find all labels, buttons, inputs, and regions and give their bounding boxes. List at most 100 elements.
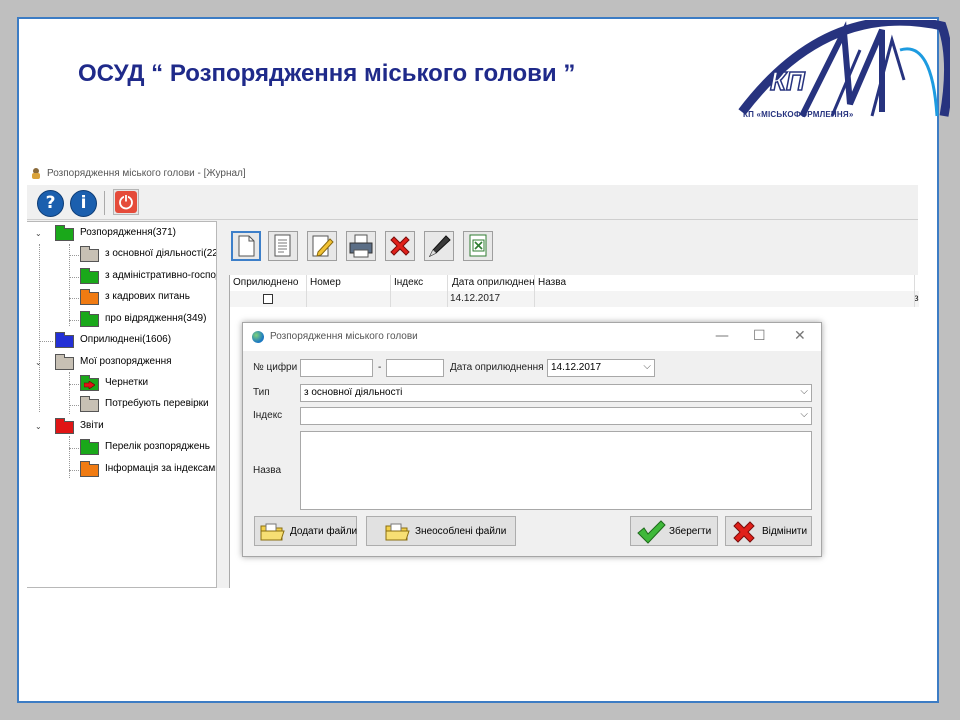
logo-letters: КП bbox=[770, 66, 806, 96]
tree-node-label: Оприлюднені(1606) bbox=[80, 334, 172, 345]
folder-open-icon bbox=[385, 523, 410, 541]
help-button[interactable]: ? bbox=[37, 190, 64, 217]
name-label: Назва bbox=[253, 465, 282, 476]
tree-node-label: Звіти bbox=[80, 420, 104, 431]
collapse-icon[interactable]: ⌄ bbox=[35, 230, 43, 238]
collapse-icon[interactable]: ⌄ bbox=[35, 423, 43, 431]
tree-node-label: Мої розпорядження bbox=[80, 356, 172, 367]
tree-node-reports[interactable]: ⌄ Звіти bbox=[27, 418, 216, 436]
folder-open-icon bbox=[260, 523, 285, 541]
tree-node-label: з адміністративно-господ bbox=[105, 270, 217, 281]
tree-node-business-trips[interactable]: про відрядження(349) bbox=[27, 311, 216, 329]
chevron-down-icon[interactable]: ⌵ bbox=[800, 386, 808, 397]
navigation-tree[interactable]: ⌄ Розпорядження(371) з основної діяльнос… bbox=[27, 221, 217, 588]
checkmark-icon bbox=[637, 520, 666, 544]
tree-node-label: про відрядження(349) bbox=[105, 313, 207, 324]
globe-icon bbox=[252, 331, 264, 343]
tree-node-orders-list[interactable]: Перелік розпоряджень bbox=[27, 439, 216, 457]
close-button[interactable]: ✕ bbox=[794, 328, 806, 344]
minimize-button[interactable]: — bbox=[715, 328, 729, 344]
date-value: 14.12.2017 bbox=[551, 362, 602, 373]
tree-node-personnel[interactable]: з кадрових питань bbox=[27, 289, 216, 307]
chevron-down-icon[interactable]: ⌵ bbox=[643, 361, 651, 372]
main-toolbar: ? i bbox=[27, 185, 918, 220]
date-label: Дата оприлюднення bbox=[450, 362, 544, 373]
tree-node-orders[interactable]: ⌄ Розпорядження(371) bbox=[27, 225, 216, 243]
edit-document-button[interactable] bbox=[307, 231, 337, 261]
info-button[interactable]: i bbox=[70, 190, 97, 217]
logo-caption: КП «МІСЬКОФОРМЛЕННЯ» bbox=[743, 110, 854, 119]
row-date: 14.12.2017 bbox=[450, 293, 501, 304]
tree-node-admin[interactable]: з адміністративно-господ bbox=[27, 268, 217, 286]
folder-icon bbox=[55, 225, 74, 241]
export-excel-button[interactable] bbox=[463, 231, 493, 261]
detached-files-button[interactable]: Знеособлені файли bbox=[366, 516, 516, 546]
new-document-button[interactable] bbox=[231, 231, 261, 261]
tree-node-main-activity[interactable]: з основної діяльності(22) bbox=[27, 246, 217, 264]
column-header[interactable]: Оприлюднено bbox=[233, 277, 298, 288]
tree-node-index-info[interactable]: Інформація за індексами bbox=[27, 461, 217, 479]
folder-icon bbox=[80, 246, 99, 262]
tree-node-label: Розпорядження(371) bbox=[80, 227, 176, 238]
grid-header: Оприлюднено Номер Індекс Дата оприлюднен… bbox=[230, 275, 919, 292]
folder-icon bbox=[80, 439, 99, 455]
folder-icon bbox=[80, 396, 99, 412]
tree-node-drafts[interactable]: Чернетки bbox=[27, 375, 216, 393]
published-checkbox[interactable] bbox=[263, 294, 273, 304]
print-button[interactable] bbox=[346, 231, 376, 261]
window-title: Розпорядження міського голови - [Журнал] bbox=[47, 168, 246, 179]
folder-icon bbox=[80, 311, 99, 327]
delete-button[interactable] bbox=[385, 231, 415, 261]
folder-icon bbox=[55, 354, 74, 370]
cancel-label: Відмінити bbox=[762, 526, 808, 537]
tree-node-label: з основної діяльності(22) bbox=[105, 248, 217, 259]
window-titlebar: Розпорядження міського голови - [Журнал] bbox=[27, 163, 918, 185]
column-header[interactable]: Індекс bbox=[394, 277, 423, 288]
delete-x-icon bbox=[390, 236, 410, 256]
index-select[interactable]: ⌵ bbox=[300, 407, 812, 425]
type-select[interactable]: з основної діяльності ⌵ bbox=[300, 384, 812, 402]
tree-node-my-orders[interactable]: ⌄ Мої розпорядження bbox=[27, 354, 216, 372]
cross-icon bbox=[733, 521, 755, 543]
column-header[interactable]: Назва bbox=[538, 277, 566, 288]
number-suffix-field[interactable] bbox=[386, 359, 444, 377]
dialog-titlebar: Розпорядження міського голови — ☐ ✕ bbox=[243, 323, 821, 351]
cancel-button[interactable]: Відмінити bbox=[725, 516, 812, 546]
excel-icon bbox=[469, 234, 487, 257]
folder-icon bbox=[80, 461, 99, 477]
arrow-right-icon bbox=[84, 381, 95, 389]
tree-node-label: Інформація за індексами bbox=[105, 463, 217, 474]
save-button[interactable]: Зберегти bbox=[630, 516, 718, 546]
name-textarea[interactable] bbox=[300, 431, 812, 510]
number-label: № цифри bbox=[253, 362, 298, 373]
type-value: з основної діяльності bbox=[304, 387, 403, 398]
column-header[interactable]: Дата оприлюднен bbox=[452, 277, 535, 288]
folder-icon bbox=[80, 289, 99, 305]
add-files-button[interactable]: Додати файли bbox=[254, 516, 357, 546]
column-header[interactable]: Номер bbox=[310, 277, 341, 288]
tree-node-label: Потребують перевірки bbox=[105, 398, 209, 409]
number-field[interactable] bbox=[300, 359, 373, 377]
document-list-icon bbox=[274, 234, 291, 257]
collapse-icon[interactable]: ⌄ bbox=[35, 359, 43, 367]
folder-icon bbox=[55, 418, 74, 434]
view-document-button[interactable] bbox=[268, 231, 298, 261]
maximize-button[interactable]: ☐ bbox=[753, 328, 766, 344]
order-dialog: Розпорядження міського голови — ☐ ✕ № ци… bbox=[242, 322, 822, 557]
sign-button[interactable] bbox=[424, 231, 454, 261]
new-document-icon bbox=[238, 235, 255, 257]
exit-button[interactable] bbox=[113, 189, 139, 215]
journal-toolbar bbox=[219, 221, 918, 267]
folder-icon bbox=[55, 332, 74, 348]
tree-node-need-review[interactable]: Потребують перевірки bbox=[27, 396, 216, 414]
pen-icon bbox=[428, 235, 451, 258]
toolbar-separator bbox=[104, 191, 105, 215]
add-files-label: Додати файли bbox=[290, 526, 358, 537]
tree-node-published[interactable]: Оприлюднені(1606) bbox=[27, 332, 216, 350]
table-row[interactable]: 14.12.2017 з bbox=[230, 291, 919, 307]
date-picker[interactable]: 14.12.2017 ⌵ bbox=[547, 359, 655, 377]
type-label: Тип bbox=[253, 387, 270, 398]
printer-icon bbox=[349, 234, 373, 258]
chevron-down-icon[interactable]: ⌵ bbox=[800, 409, 808, 420]
dialog-title: Розпорядження міського голови bbox=[270, 331, 418, 342]
